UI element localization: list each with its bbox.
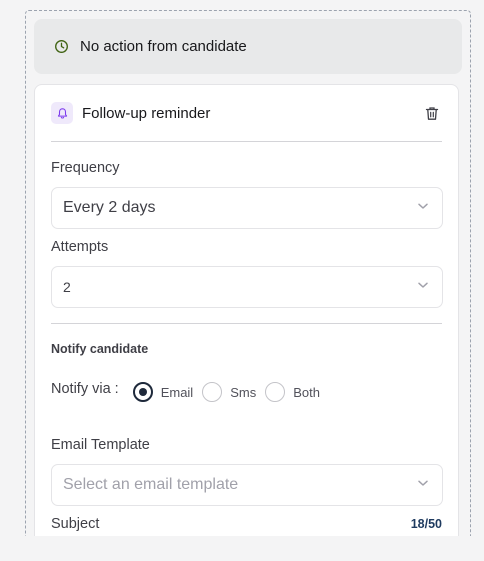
email-template-placeholder: Select an email template — [63, 476, 239, 493]
radio-sms-circle[interactable] — [202, 382, 223, 402]
radio-email-circle[interactable] — [132, 382, 153, 402]
bottom-clip — [0, 536, 484, 561]
header-divider — [51, 141, 442, 142]
workflow-canvas: No action from candidate Follow-up remin… — [0, 0, 484, 561]
notify-via-group: Notify via : Email Sms Both — [51, 381, 329, 402]
radio-sms[interactable]: Sms — [202, 382, 256, 402]
radio-both-label: Both — [293, 384, 320, 400]
radio-sms-label: Sms — [230, 384, 257, 400]
trigger-card[interactable]: No action from candidate — [34, 19, 462, 74]
notify-via-label: Notify via : — [51, 381, 119, 397]
notify-section-title: Notify candidate — [51, 342, 149, 356]
trash-icon[interactable] — [422, 103, 442, 123]
clock-icon — [52, 38, 70, 56]
chevron-down-icon — [416, 278, 430, 297]
radio-both[interactable]: Both — [265, 382, 320, 402]
email-template-label: Email Template — [51, 437, 150, 453]
email-template-select[interactable]: Select an email template — [51, 464, 443, 506]
frequency-label: Frequency — [51, 160, 120, 176]
subject-label: Subject — [51, 516, 100, 532]
action-title: Follow-up reminder — [82, 104, 211, 122]
subject-char-counter: 18/50 — [410, 517, 442, 531]
radio-email[interactable]: Email — [132, 382, 194, 402]
action-card: Follow-up reminder Frequency Every 2 day… — [34, 84, 459, 554]
trigger-title: No action from candidate — [80, 38, 247, 55]
section-divider — [51, 323, 442, 324]
frequency-select[interactable]: Every 2 days — [51, 187, 443, 229]
radio-email-label: Email — [160, 384, 194, 400]
radio-both-circle[interactable] — [265, 382, 286, 402]
bell-icon — [51, 102, 73, 124]
chevron-down-icon — [416, 199, 430, 218]
attempts-label: Attempts — [51, 239, 109, 255]
attempts-select[interactable]: 2 — [51, 266, 443, 308]
frequency-value: Every 2 days — [63, 199, 156, 216]
chevron-down-icon — [416, 476, 430, 495]
attempts-value: 2 — [63, 279, 71, 295]
action-header: Follow-up reminder — [51, 99, 442, 127]
